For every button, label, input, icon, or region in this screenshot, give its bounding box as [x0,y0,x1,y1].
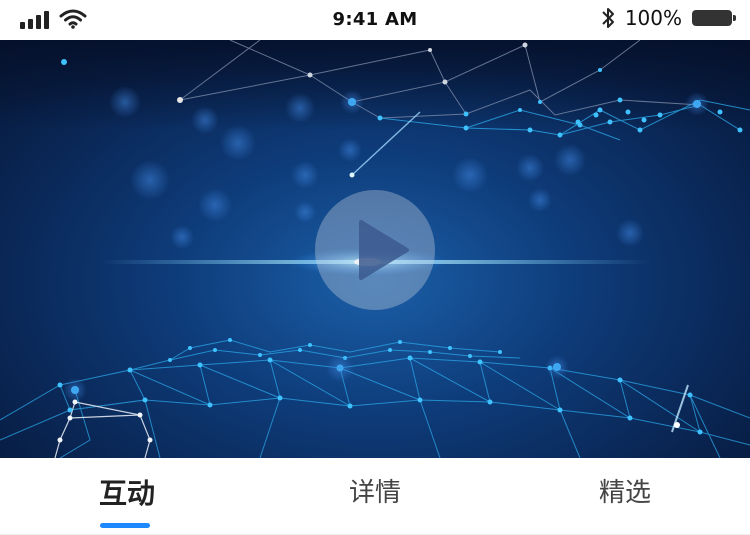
status-bar: 9:41 AM 100% [0,0,750,40]
tab-details[interactable]: 详情 [295,472,455,522]
battery-percent: 100% [624,6,682,30]
tab-interaction[interactable]: 互动 [47,472,207,522]
play-button[interactable] [315,190,435,310]
active-tab-indicator [100,523,150,528]
tab-featured[interactable]: 精选 [545,472,705,522]
battery-icon [692,10,736,26]
play-icon [359,220,409,280]
status-right: 100% [601,6,736,30]
video-player[interactable] [0,40,750,458]
bluetooth-icon [602,8,614,28]
